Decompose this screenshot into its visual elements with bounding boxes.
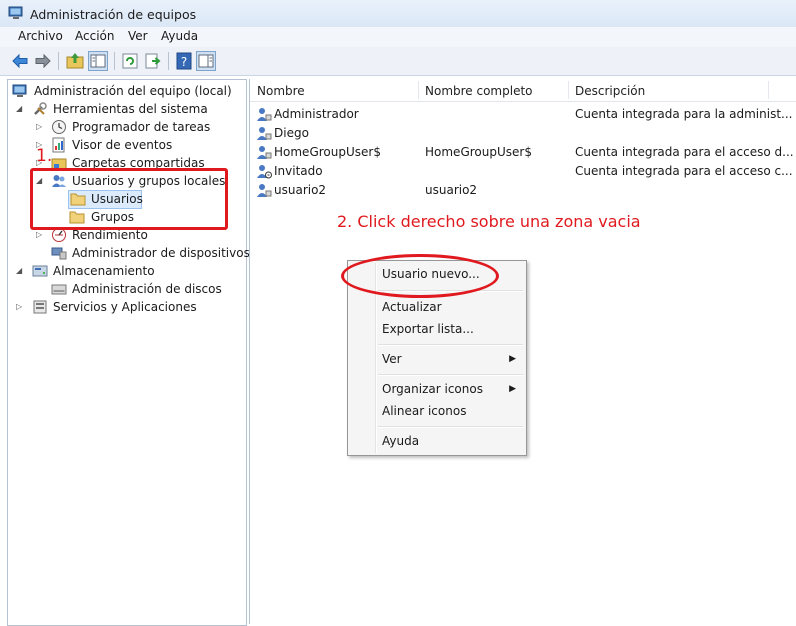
- menu-item-export-list[interactable]: Exportar lista...: [382, 322, 474, 336]
- annotation-step-2: 2. Click derecho sobre una zona vacia: [337, 212, 641, 231]
- annotation-step-1: 1.: [36, 146, 53, 166]
- annotation-highlight-ellipse: [341, 254, 499, 298]
- window-title: Administración de equipos: [30, 7, 197, 22]
- table-row[interactable]: usuario2 usuario2: [250, 180, 796, 199]
- column-header-description[interactable]: Descripción: [575, 84, 645, 98]
- tree-label-root: Administración del equipo (local): [34, 84, 232, 98]
- expanded-arrow-icon[interactable]: ◢: [16, 266, 24, 275]
- menu-item-help[interactable]: Ayuda: [382, 434, 419, 448]
- up-folder-icon[interactable]: [65, 51, 85, 71]
- user-icon: [257, 108, 272, 121]
- menu-accion[interactable]: Acción: [75, 29, 114, 43]
- column-header-name[interactable]: Nombre: [257, 84, 305, 98]
- user-name: Administrador: [274, 107, 359, 121]
- table-row[interactable]: HomeGroupUser$ HomeGroupUser$ Cuenta int…: [250, 142, 796, 161]
- user-description: Cuenta integrada para la administ...: [575, 107, 793, 121]
- user-name: Invitado: [274, 164, 323, 178]
- toolbar: ?: [0, 47, 796, 76]
- expanded-arrow-icon[interactable]: ◢: [16, 104, 24, 113]
- user-full-name: HomeGroupUser$: [425, 145, 532, 159]
- title-bar: Administración de equipos: [0, 0, 796, 28]
- user-name: HomeGroupUser$: [274, 145, 381, 159]
- disk-icon: [51, 284, 67, 295]
- table-row[interactable]: Administrador Cuenta integrada para la a…: [250, 104, 796, 123]
- user-icon: [257, 184, 272, 197]
- submenu-arrow-icon: ▶: [509, 384, 516, 394]
- menu-item-arrange-icons[interactable]: Organizar iconos: [382, 382, 483, 396]
- tools-icon: [34, 102, 47, 115]
- tree-label-system-tools: Herramientas del sistema: [53, 102, 208, 116]
- user-name: usuario2: [274, 183, 327, 197]
- export-icon[interactable]: [143, 51, 163, 71]
- tree-label-services-apps: Servicios y Aplicaciones: [53, 300, 197, 314]
- user-disabled-icon: [257, 165, 272, 179]
- table-row[interactable]: Invitado Cuenta integrada para el acceso…: [250, 161, 796, 180]
- computer-management-icon: [12, 84, 27, 97]
- user-icon: [257, 127, 272, 140]
- tree-label-performance: Rendimiento: [72, 228, 148, 242]
- tree-label-storage: Almacenamiento: [53, 264, 155, 278]
- tree-label-task-scheduler: Programador de tareas: [72, 120, 211, 134]
- collapsed-arrow-icon[interactable]: ▷: [16, 302, 24, 311]
- tree-label-device-manager: Administrador de dispositivos: [72, 246, 250, 260]
- event-log-icon: [52, 137, 65, 153]
- services-icon: [33, 300, 47, 314]
- tree-label-event-viewer: Visor de eventos: [72, 138, 173, 152]
- forward-icon[interactable]: [33, 51, 53, 71]
- annotation-highlight-box: [30, 168, 228, 230]
- tree-label-disk-management: Administración de discos: [72, 282, 222, 296]
- storage-icon: [32, 265, 48, 277]
- menu-item-view[interactable]: Ver: [382, 352, 402, 366]
- column-header-full-name[interactable]: Nombre completo: [425, 84, 533, 98]
- svg-text:?: ?: [181, 55, 187, 69]
- table-row[interactable]: Diego: [250, 123, 796, 142]
- show-action-pane-icon[interactable]: [196, 51, 216, 71]
- user-full-name: usuario2: [425, 183, 478, 197]
- refresh-icon[interactable]: [120, 51, 140, 71]
- collapsed-arrow-icon[interactable]: ▷: [36, 122, 44, 131]
- clock-icon: [52, 120, 66, 134]
- collapsed-arrow-icon[interactable]: ▷: [36, 230, 44, 239]
- list-header: Nombre Nombre completo Descripción: [250, 79, 796, 102]
- menu-item-align-icons[interactable]: Alinear iconos: [382, 404, 466, 418]
- menu-ayuda[interactable]: Ayuda: [161, 29, 198, 43]
- menu-bar: Archivo Acción Ver Ayuda: [0, 27, 796, 48]
- show-tree-icon[interactable]: [88, 51, 108, 71]
- menu-ver[interactable]: Ver: [128, 29, 148, 43]
- help-icon[interactable]: ?: [174, 51, 194, 71]
- menu-archivo[interactable]: Archivo: [18, 29, 63, 43]
- user-icon: [257, 146, 272, 159]
- user-description: Cuenta integrada para el acceso d...: [575, 145, 794, 159]
- menu-item-refresh[interactable]: Actualizar: [382, 300, 442, 314]
- device-manager-icon: [51, 247, 67, 260]
- user-name: Diego: [274, 126, 309, 140]
- computer-management-icon: [8, 6, 23, 19]
- user-description: Cuenta integrada para el acceso c...: [575, 164, 793, 178]
- back-icon[interactable]: [10, 51, 30, 71]
- submenu-arrow-icon: ▶: [509, 354, 516, 364]
